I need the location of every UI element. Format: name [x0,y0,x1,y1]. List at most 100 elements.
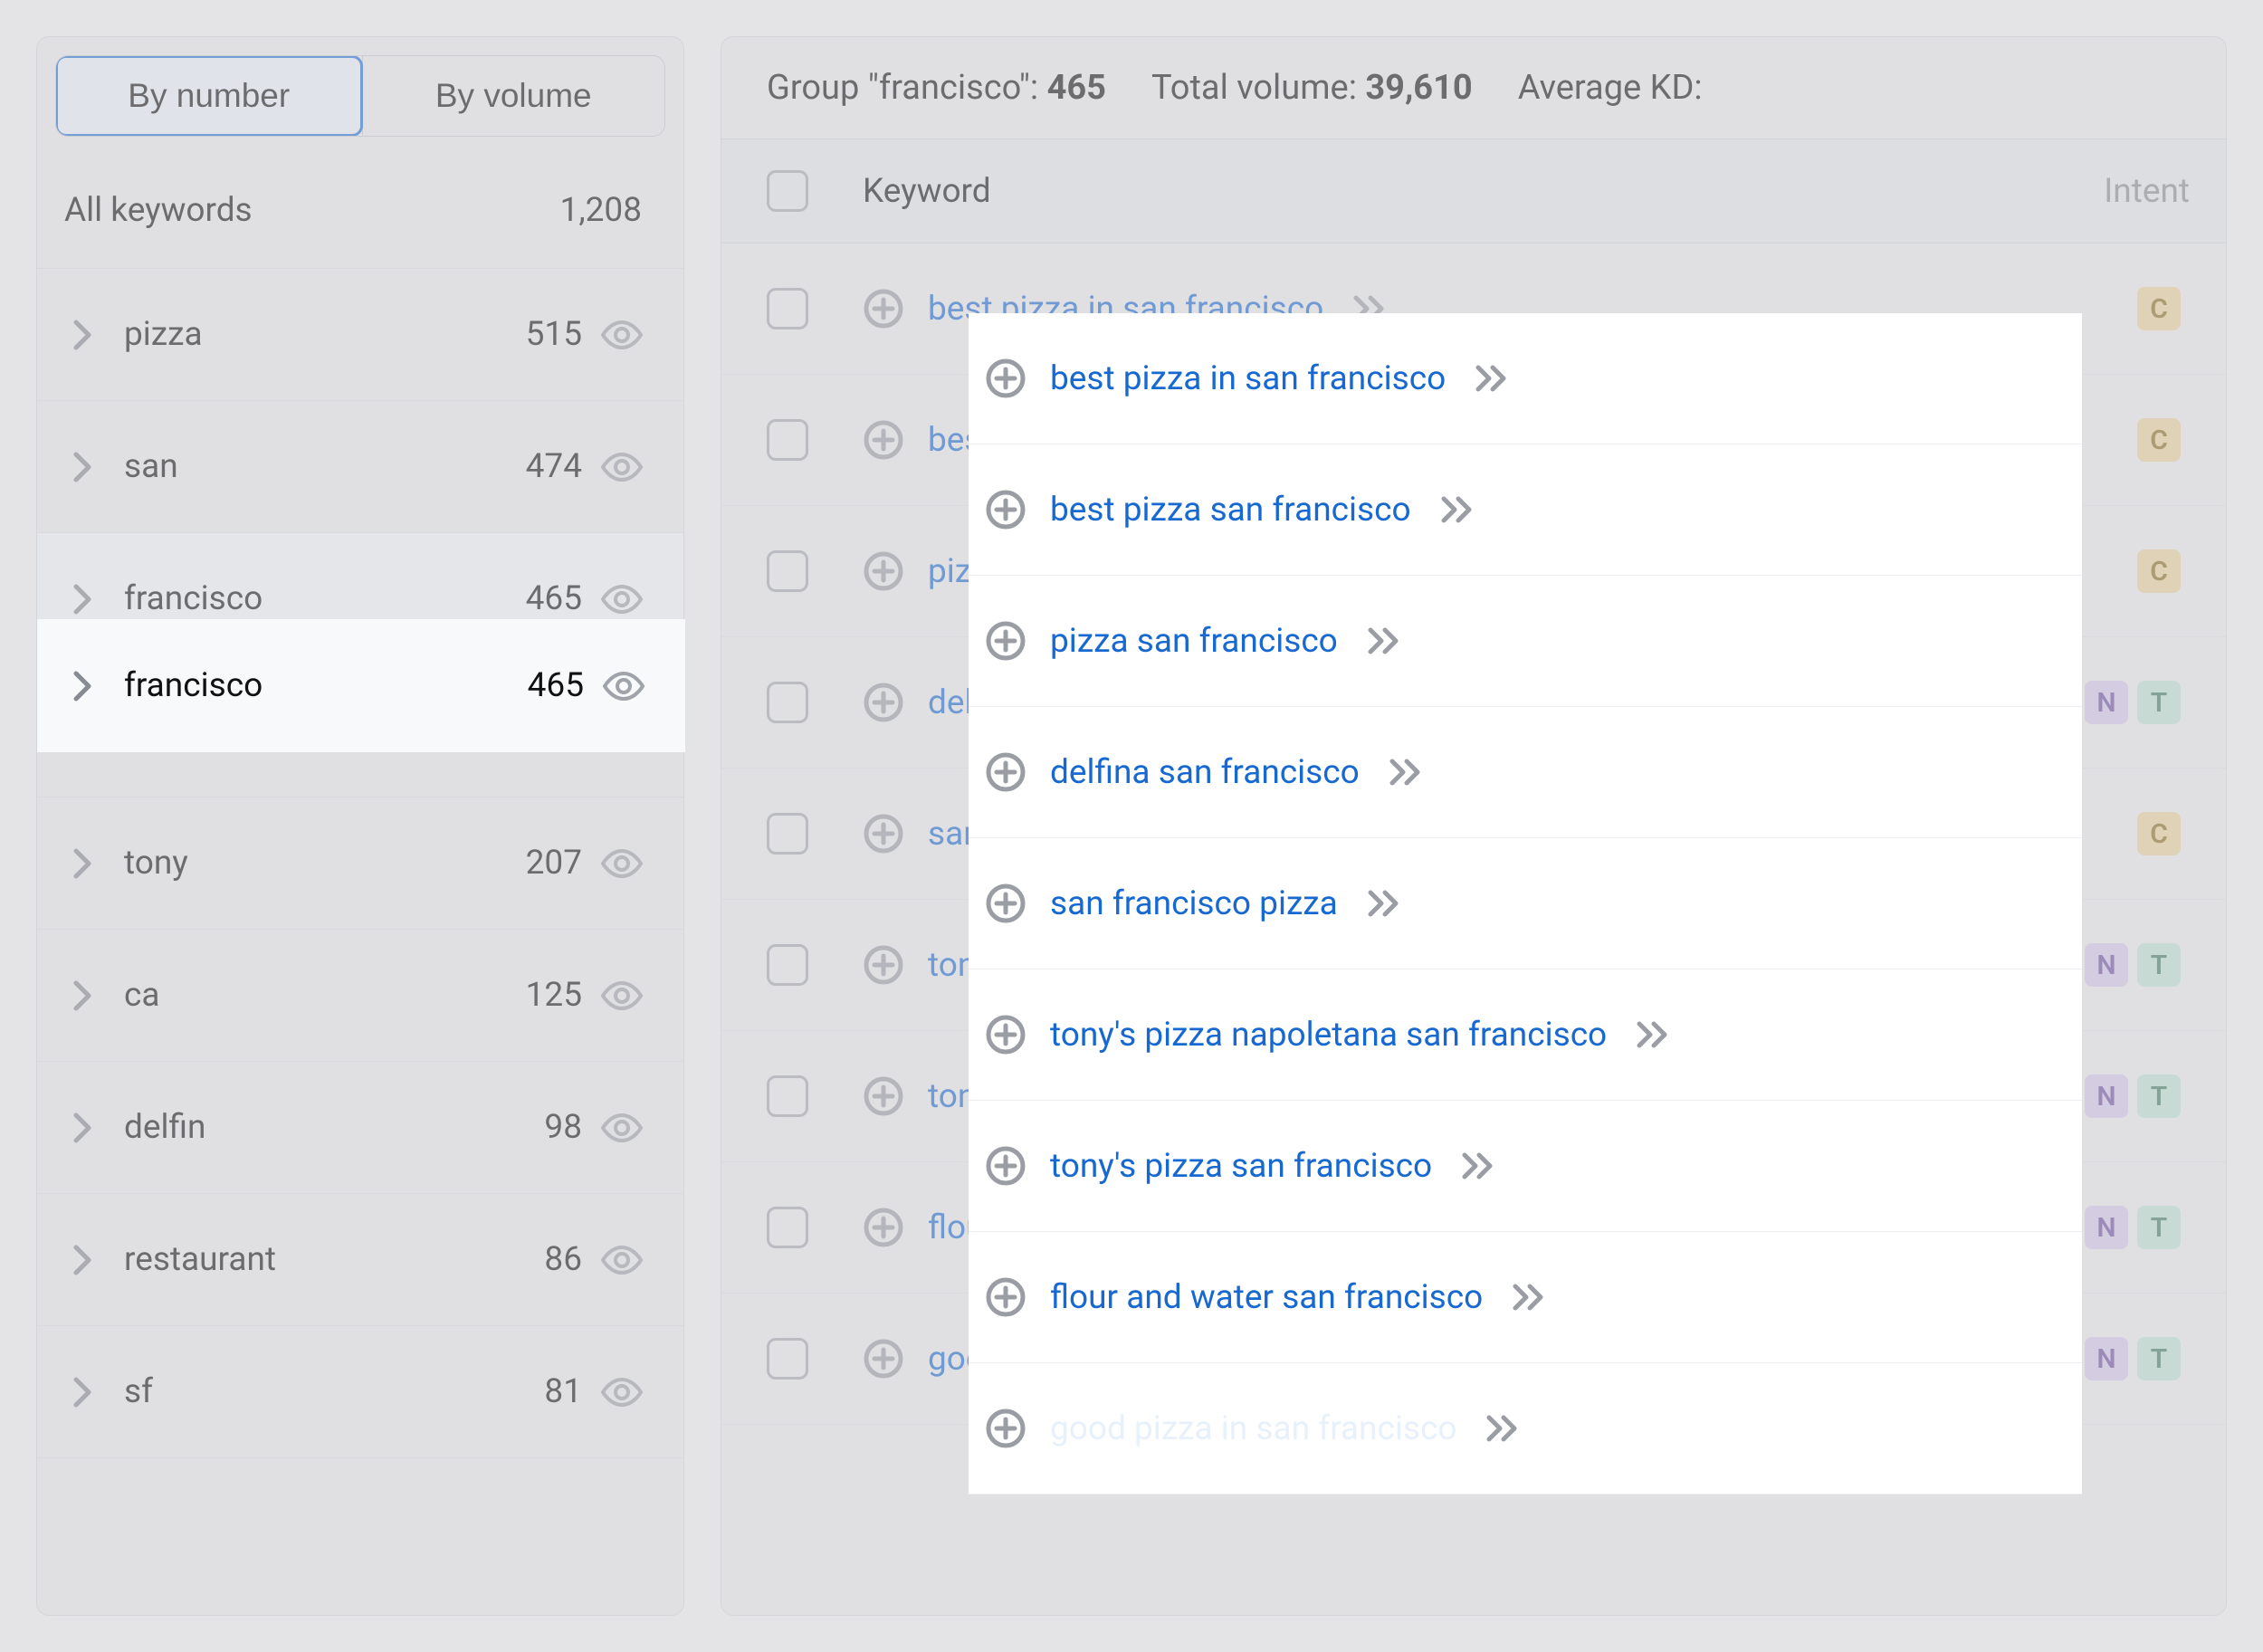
plus-circle-icon[interactable] [985,751,1026,793]
plus-circle-icon[interactable] [985,1014,1026,1055]
double-chevron-icon[interactable] [1440,495,1476,524]
plus-circle-icon[interactable] [985,883,1026,924]
plus-circle-icon[interactable] [985,358,1026,399]
table-row: delfina san francisco [969,707,2082,838]
table-row: tony's pizza napoletana san francisco [969,969,2082,1101]
plus-circle-icon[interactable] [863,1207,904,1248]
plus-circle-icon[interactable] [863,550,904,592]
sidebar-item-pizza[interactable]: pizza515 [37,269,683,401]
plus-circle-icon[interactable] [863,944,904,986]
keyword-link[interactable]: good pizza in san francisco [1050,1409,1456,1448]
keyword-link[interactable]: tony's pizza napoletana san francisco [1050,1016,1607,1055]
sidebar-item-san[interactable]: san474 [37,401,683,533]
row-checkbox[interactable] [767,1207,808,1248]
table-row: good pizza in san francisco [969,1363,2082,1494]
intent-badge-c: C [2137,418,2181,462]
double-chevron-icon[interactable] [1389,758,1425,787]
double-chevron-icon[interactable] [1475,364,1511,393]
eye-icon[interactable] [600,980,644,1011]
intent-badge-n: N [2085,1337,2128,1380]
keyword-link[interactable]: best pizza in san francisco [1050,359,1446,398]
table-row: flour and water san francisco [969,1232,2082,1363]
table-row: san francisco pizza [969,838,2082,969]
group-name: delfin [124,1108,544,1147]
keyword-column-highlight: best pizza in san francisco best pizza sa… [969,313,2082,1576]
intent-badges: C [2137,549,2181,593]
keyword-link[interactable]: pizza san francisco [1050,622,1338,661]
row-checkbox[interactable] [767,288,808,329]
group-count: 125 [526,976,582,1015]
plus-circle-icon[interactable] [863,1338,904,1380]
plus-circle-icon[interactable] [985,1276,1026,1318]
row-checkbox[interactable] [767,1338,808,1380]
intent-badges: NT [2085,681,2181,724]
sidebar-item-restaurant[interactable]: restaurant86 [37,1194,683,1326]
sort-toggle: By number By volume [55,55,665,137]
eye-icon[interactable] [600,1377,644,1408]
chevron-right-icon [68,1112,99,1143]
sidebar-item-sf[interactable]: sf81 [37,1326,683,1458]
eye-icon[interactable] [600,320,644,350]
row-checkbox[interactable] [767,1075,808,1117]
keyword-link[interactable]: san francisco pizza [1050,884,1338,923]
sidebar-item-delfin[interactable]: delfin98 [37,1062,683,1194]
double-chevron-icon[interactable] [1367,626,1403,655]
eye-icon[interactable] [600,848,644,879]
chevron-right-icon [68,452,99,482]
double-chevron-icon[interactable] [1461,1151,1497,1180]
main-header: Group "francisco": 465 Total volume: 39,… [721,37,2226,138]
plus-circle-icon[interactable] [985,1145,1026,1187]
row-checkbox[interactable] [767,944,808,986]
average-kd-label: Average KD: [1518,68,1703,108]
intent-badge-n: N [2085,1206,2128,1249]
column-keyword[interactable]: Keyword [863,172,2104,211]
double-chevron-icon[interactable] [1512,1283,1548,1312]
chevron-right-icon [68,671,99,702]
intent-badges: NT [2085,1337,2181,1380]
eye-icon[interactable] [600,1245,644,1275]
keyword-link[interactable]: tony's pizza san francisco [1050,1147,1432,1186]
group-name: restaurant [124,1240,544,1279]
double-chevron-icon[interactable] [1636,1020,1672,1049]
plus-circle-icon[interactable] [863,1075,904,1117]
sidebar-header: All keywords 1,208 [37,153,683,269]
all-keywords-label: All keywords [64,191,253,230]
eye-icon[interactable] [600,1112,644,1143]
double-chevron-icon[interactable] [1367,889,1403,918]
row-checkbox[interactable] [767,682,808,723]
double-chevron-icon[interactable] [1485,1414,1522,1443]
row-checkbox[interactable] [767,419,808,461]
intent-badges: NT [2085,1074,2181,1118]
plus-circle-icon[interactable] [985,620,1026,662]
plus-circle-icon[interactable] [985,1408,1026,1449]
row-checkbox[interactable] [767,813,808,855]
sidebar-item-tony[interactable]: tony207 [37,797,683,930]
keyword-link[interactable]: best pizza san francisco [1050,491,1411,530]
group-count: 474 [526,447,582,486]
keyword-link[interactable]: delfina san francisco [1050,753,1360,792]
intent-badge-n: N [2085,943,2128,987]
intent-badges: C [2137,812,2181,855]
tab-by-volume[interactable]: By volume [362,56,665,136]
keyword-group-list: pizza515san474francisco465pizzeria402ton… [37,269,683,1615]
plus-circle-icon[interactable] [863,813,904,855]
eye-icon[interactable] [600,452,644,482]
intent-badges: C [2137,418,2181,462]
select-all-checkbox[interactable] [767,170,808,212]
intent-badges: NT [2085,943,2181,987]
sidebar-item-ca[interactable]: ca125 [37,930,683,1062]
keyword-link[interactable]: flour and water san francisco [1050,1278,1483,1317]
plus-circle-icon[interactable] [863,682,904,723]
column-intent[interactable]: Intent [2104,172,2190,211]
all-keywords-count: 1,208 [560,191,642,230]
row-checkbox[interactable] [767,550,808,592]
eye-icon[interactable] [600,584,644,615]
table-row: best pizza san francisco [969,444,2082,576]
plus-circle-icon[interactable] [985,489,1026,530]
sidebar-item-selected-highlight[interactable]: francisco 465 [37,619,685,752]
plus-circle-icon[interactable] [863,419,904,461]
plus-circle-icon[interactable] [863,288,904,329]
intent-badge-n: N [2085,681,2128,724]
eye-icon[interactable] [602,671,645,702]
tab-by-number[interactable]: By number [55,55,363,137]
